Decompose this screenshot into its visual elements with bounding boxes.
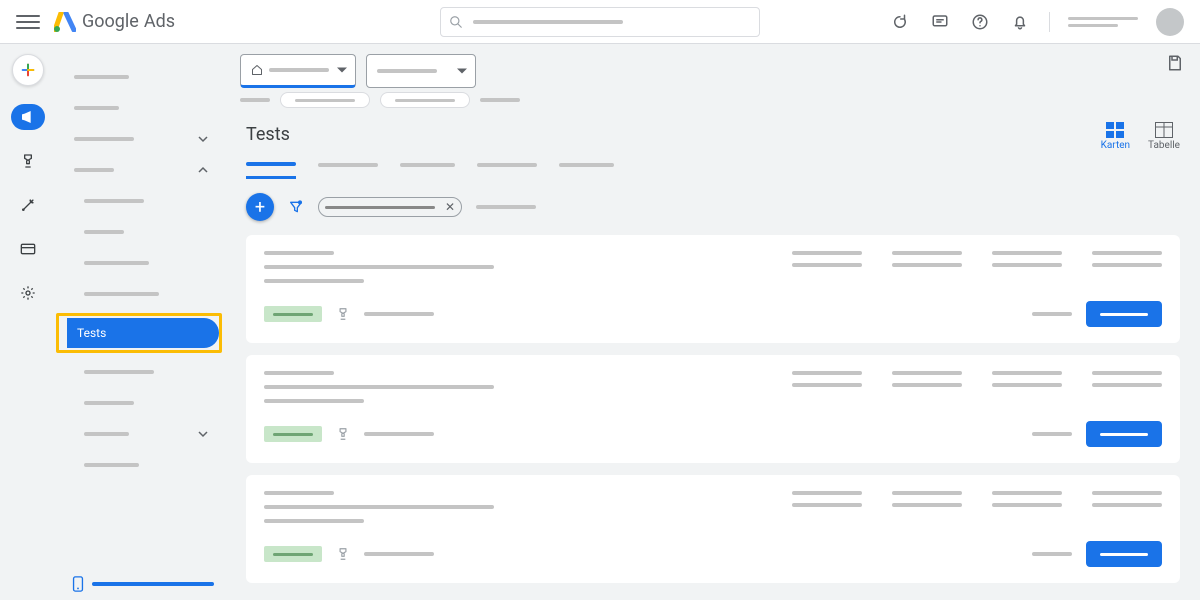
secondary-nav: Tests	[56, 44, 226, 600]
experiment-card[interactable]	[246, 235, 1180, 343]
trophy-icon	[336, 547, 350, 561]
nav-item[interactable]	[56, 251, 226, 275]
rail-admin-icon[interactable]	[11, 280, 45, 306]
active-filter-chip[interactable]: ✕	[318, 197, 462, 217]
product-logo[interactable]: Google Ads	[54, 11, 175, 32]
search-icon	[449, 15, 463, 29]
global-search[interactable]	[440, 7, 760, 37]
trophy-icon	[336, 427, 350, 441]
crumb-chip[interactable]	[280, 92, 370, 108]
chevron-down-icon	[198, 429, 208, 439]
rail-billing-icon[interactable]	[11, 236, 45, 262]
scope-row	[226, 44, 1200, 92]
filter-icon[interactable]	[288, 199, 304, 215]
subtab[interactable]	[477, 151, 537, 179]
create-button[interactable]	[12, 54, 44, 86]
top-bar: Google Ads	[0, 0, 1200, 44]
nav-item[interactable]	[56, 96, 226, 120]
nav-item[interactable]	[56, 391, 226, 415]
nav-item[interactable]	[56, 189, 226, 213]
subtab[interactable]	[559, 151, 614, 179]
view-switch: Karten Tabelle	[1101, 122, 1180, 151]
scope-secondary-chip[interactable]	[366, 54, 476, 88]
status-badge	[264, 426, 322, 442]
chat-icon[interactable]	[929, 11, 951, 33]
subtab[interactable]	[318, 151, 378, 179]
avatar[interactable]	[1156, 8, 1184, 36]
refresh-icon[interactable]	[889, 11, 911, 33]
account-label[interactable]	[1068, 17, 1138, 27]
card-primary-action[interactable]	[1086, 421, 1162, 447]
ads-logo-icon	[54, 12, 76, 32]
nav-group[interactable]	[56, 158, 226, 182]
divider	[1049, 12, 1050, 32]
subtab[interactable]	[400, 151, 455, 179]
crumb[interactable]	[240, 98, 270, 102]
nav-item[interactable]	[56, 282, 226, 306]
top-actions	[889, 8, 1184, 36]
card-metrics	[792, 251, 1162, 283]
page-title: Tests	[246, 124, 290, 145]
save-view-icon[interactable]	[1166, 54, 1184, 72]
nav-footer[interactable]	[72, 576, 214, 592]
scope-account-chip[interactable]	[240, 54, 356, 88]
main-content: Tests Karten Tabelle + ✕	[226, 44, 1200, 600]
card-primary-action[interactable]	[1086, 541, 1162, 567]
nav-item[interactable]	[56, 360, 226, 384]
subtab[interactable]	[246, 151, 296, 179]
crumb[interactable]	[480, 98, 520, 102]
chevron-down-icon	[198, 134, 208, 144]
nav-group[interactable]	[56, 127, 226, 151]
rail-goals-icon[interactable]	[11, 148, 45, 174]
nav-item[interactable]	[56, 220, 226, 244]
trophy-icon	[336, 307, 350, 321]
rail-campaigns-icon[interactable]	[11, 104, 45, 130]
status-badge	[264, 546, 322, 562]
card-metrics	[792, 491, 1162, 523]
rail-tools-icon[interactable]	[11, 192, 45, 218]
chevron-up-icon	[198, 165, 208, 175]
view-cards[interactable]: Karten	[1101, 122, 1130, 151]
notifications-icon[interactable]	[1009, 11, 1031, 33]
table-icon	[1155, 122, 1173, 138]
sub-tabs	[226, 151, 1200, 179]
help-icon[interactable]	[969, 11, 991, 33]
nav-highlight: Tests	[56, 313, 222, 353]
nav-group[interactable]	[56, 422, 226, 446]
experiment-card[interactable]	[246, 475, 1180, 583]
view-table[interactable]: Tabelle	[1148, 122, 1180, 151]
cards-icon	[1106, 122, 1124, 138]
breadcrumb	[226, 92, 1200, 114]
product-name: Google Ads	[82, 11, 175, 32]
device-icon	[72, 576, 84, 592]
card-primary-action[interactable]	[1086, 301, 1162, 327]
menu-icon[interactable]	[16, 10, 40, 34]
experiment-card[interactable]	[246, 355, 1180, 463]
nav-item-tests[interactable]: Tests	[67, 318, 219, 348]
remove-filter-icon[interactable]: ✕	[445, 200, 455, 214]
experiment-card-list	[226, 235, 1200, 600]
filter-label	[476, 205, 536, 209]
list-toolbar: + ✕	[226, 179, 1200, 235]
page-header: Tests Karten Tabelle	[226, 114, 1200, 151]
icon-rail	[0, 44, 56, 600]
status-badge	[264, 306, 322, 322]
card-metrics	[792, 371, 1162, 403]
nav-item[interactable]	[56, 65, 226, 89]
crumb-chip[interactable]	[380, 92, 470, 108]
nav-item[interactable]	[56, 453, 226, 477]
home-icon	[251, 64, 263, 76]
add-experiment-button[interactable]: +	[246, 193, 274, 221]
